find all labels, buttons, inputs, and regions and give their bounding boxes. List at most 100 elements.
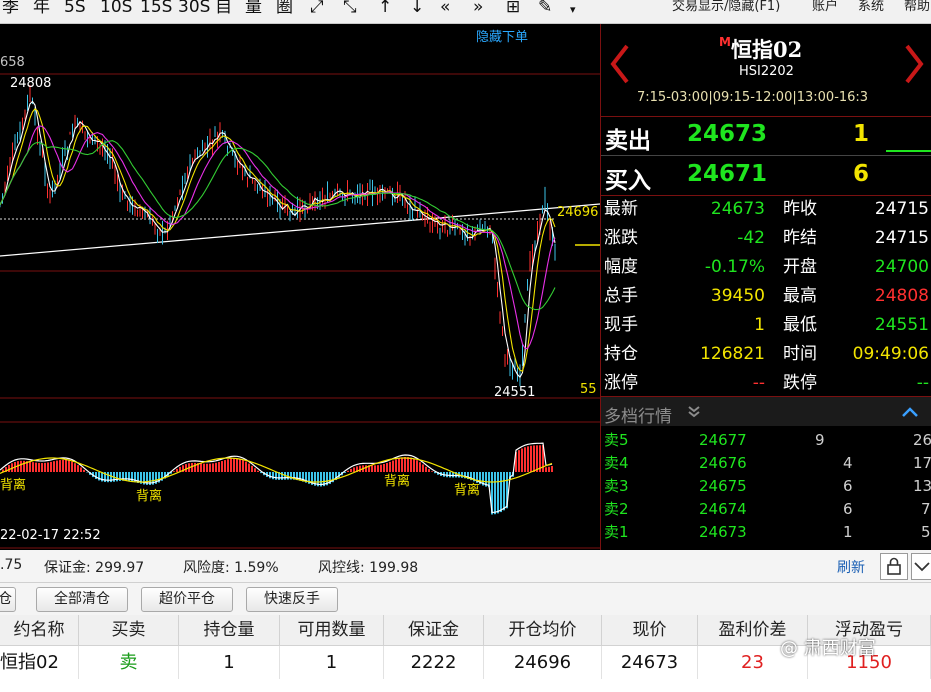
depth-price[interactable]: 24675: [699, 476, 747, 496]
col-header-available[interactable]: 可用数量: [280, 615, 384, 646]
depth-header[interactable]: 多档行情: [601, 396, 931, 427]
cell-avg-price[interactable]: 24696: [484, 646, 602, 679]
account-bar: .75 保证金: 299.97 风险度: 1.59% 风控线: 199.98 刷…: [0, 550, 931, 583]
col-header-avg-price[interactable]: 开仓均价: [484, 615, 602, 646]
stat-value-prev-close: 24715: [874, 199, 929, 219]
double-chevron-down-icon[interactable]: [687, 405, 701, 419]
cell-margin[interactable]: 2222: [384, 646, 484, 679]
ma-line-yellow: [0, 108, 556, 372]
page-right-icon[interactable]: »: [473, 0, 483, 18]
stat-value-volume: 39450: [710, 286, 765, 306]
divergence-label: 背离: [454, 483, 481, 498]
sell-label: 卖出: [605, 128, 651, 154]
sell-row[interactable]: 卖出 24673 1: [601, 117, 931, 155]
stat-value-low: 24551: [874, 315, 929, 335]
stat-label-volume: 总手: [604, 286, 638, 306]
period-15s[interactable]: 15S: [140, 0, 172, 18]
menu-help[interactable]: 帮助: [904, 0, 930, 17]
quick-reverse-button[interactable]: 快速反手: [246, 587, 338, 612]
menu-trade-display[interactable]: 交易显示/隐藏(F1): [672, 0, 780, 17]
stat-label-prev-close: 昨收: [783, 199, 817, 219]
risk-text: 风险度: 1.59%: [183, 560, 279, 576]
stat-label-last-qty: 现手: [604, 315, 638, 335]
down-arrow-icon[interactable]: ↓: [410, 0, 424, 18]
depth-price[interactable]: 24677: [699, 430, 747, 450]
divider: [601, 195, 931, 196]
cell-price[interactable]: 24673: [602, 646, 698, 679]
sell-price[interactable]: 24673: [687, 121, 767, 147]
cell-available[interactable]: 1: [280, 646, 384, 679]
stat-value-change: -42: [737, 228, 765, 248]
period-year[interactable]: 年: [33, 0, 50, 18]
stat-label-open: 开盘: [783, 257, 817, 277]
position-tab-button[interactable]: 仓: [0, 587, 16, 612]
depth-price[interactable]: 24674: [699, 499, 747, 519]
price-axis-fragment: 55: [580, 382, 597, 397]
col-header-name[interactable]: 约名称: [0, 615, 79, 646]
close-all-button[interactable]: 全部清仓: [36, 587, 128, 612]
grid-icon[interactable]: ⊞: [506, 0, 520, 18]
stat-label-open-interest: 持仓: [604, 344, 638, 364]
period-10s[interactable]: 10S: [100, 0, 132, 18]
depth-extra: 5: [921, 523, 931, 541]
buy-volume: 6: [853, 161, 870, 187]
stat-value-limit-down: --: [916, 373, 929, 393]
low-price-label: 24551: [494, 385, 536, 400]
pen-icon[interactable]: ✎: [538, 0, 552, 18]
period-5s[interactable]: 5S: [64, 0, 86, 18]
custom-icon[interactable]: 自: [215, 0, 232, 18]
period-30s[interactable]: 30S: [178, 0, 210, 18]
prev-contract-icon[interactable]: [607, 42, 633, 86]
chevron-down-icon: [914, 562, 930, 572]
stat-label-change: 涨跌: [604, 228, 638, 248]
quote-panel: M 恒指02 HSI2202 7:15-03:00|09:15-12:00|13…: [600, 24, 931, 550]
shrink-icon[interactable]: ⤡: [343, 0, 357, 18]
col-header-side[interactable]: 买卖: [79, 615, 179, 646]
contract-name: 恒指02: [731, 37, 803, 62]
next-contract-icon[interactable]: [901, 42, 927, 86]
hide-order-link[interactable]: 隐藏下单: [476, 30, 528, 45]
price-scale-top: 658: [0, 55, 25, 70]
col-header-qty[interactable]: 持仓量: [179, 615, 280, 646]
depth-extra: 26: [913, 431, 931, 449]
depth-price[interactable]: 24673: [699, 522, 747, 542]
depth-price[interactable]: 24676: [699, 453, 747, 473]
depth-level: 卖2: [604, 500, 629, 518]
stat-label-low: 最低: [783, 315, 817, 335]
col-header-margin[interactable]: 保证金: [384, 615, 484, 646]
over-price-close-button[interactable]: 超价平仓: [141, 587, 233, 612]
menu-account[interactable]: 账户: [812, 0, 838, 17]
depth-extra: 7: [921, 500, 931, 518]
stat-value-open: 24700: [874, 257, 929, 277]
depth-volume: 1: [843, 523, 853, 541]
stat-label-limit-up: 涨停: [604, 373, 638, 393]
cell-name[interactable]: 恒指02: [0, 646, 79, 679]
up-arrow-icon[interactable]: ↑: [378, 0, 392, 18]
buy-label: 买入: [605, 168, 651, 194]
stat-value-prev-settle: 24715: [874, 228, 929, 248]
ma-line-green: [0, 140, 556, 311]
cell-side[interactable]: 卖: [79, 646, 179, 679]
expand-icon[interactable]: ⤢: [310, 0, 324, 18]
buy-price[interactable]: 24671: [687, 161, 767, 187]
collapse-button[interactable]: [911, 553, 931, 580]
depth-volume: 6: [843, 500, 853, 518]
lock-button[interactable]: [880, 553, 908, 580]
pen-dropdown-icon[interactable]: ▾: [570, 0, 576, 21]
stat-value-last: 24673: [710, 199, 765, 219]
refresh-link[interactable]: 刷新: [837, 557, 865, 577]
lock-icon: [887, 557, 901, 575]
stat-value-last-qty: 1: [754, 315, 765, 335]
draw-circle-icon[interactable]: 圈: [276, 0, 293, 18]
volume-icon[interactable]: 量: [245, 0, 262, 18]
page-left-icon[interactable]: «: [440, 0, 450, 18]
chevron-up-icon[interactable]: [901, 406, 919, 418]
col-header-price[interactable]: 现价: [602, 615, 698, 646]
depth-level: 卖1: [604, 523, 629, 541]
price-chart[interactable]: 隐藏下单 658 24808 24551 24696 55 背离 背离 背离 背…: [0, 24, 600, 550]
menu-system[interactable]: 系统: [858, 0, 884, 17]
equity-fragment: .75: [0, 557, 23, 573]
buy-row[interactable]: 买入 24671 6: [601, 157, 931, 195]
period-season[interactable]: 季: [2, 0, 19, 18]
cell-qty[interactable]: 1: [179, 646, 280, 679]
